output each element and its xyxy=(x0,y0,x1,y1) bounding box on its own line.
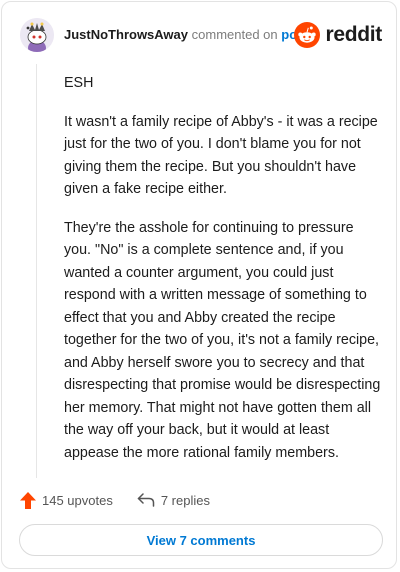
comment-byline: JustNoThrowsAway commented on post xyxy=(64,27,309,42)
avatar[interactable] xyxy=(20,18,54,52)
reddit-brand[interactable]: reddit xyxy=(294,20,382,50)
upvote-button[interactable]: 145 upvotes xyxy=(20,491,113,509)
comment-paragraph: It wasn't a family recipe of Abby's - it… xyxy=(64,113,378,198)
comment-paragraph: ESH xyxy=(64,75,94,91)
upvote-count: 145 upvotes xyxy=(42,492,113,508)
reply-count: 7 replies xyxy=(160,492,210,508)
reddit-wordmark: reddit xyxy=(325,23,382,46)
comment-actions: 145 upvotes 7 replies xyxy=(20,489,234,511)
comment-paragraph: They're the asshole for continuing to pr… xyxy=(64,219,381,461)
comment-header: JustNoThrowsAway commented on post reddi… xyxy=(20,18,382,54)
comment-body: ESH It wasn't a family recipe of Abby's … xyxy=(64,72,382,480)
replies-button[interactable]: 7 replies xyxy=(137,493,210,508)
thread-line xyxy=(36,64,37,478)
reddit-logo-icon xyxy=(294,22,321,48)
username-link[interactable]: JustNoThrowsAway xyxy=(64,27,188,42)
view-comments-button[interactable]: View 7 comments xyxy=(19,524,383,556)
comment-card: JustNoThrowsAway commented on post reddi… xyxy=(1,1,397,569)
snoo-avatar-icon xyxy=(20,18,54,52)
upvote-arrow-icon xyxy=(20,491,36,509)
commented-on-text: commented on xyxy=(191,27,278,42)
reply-arrow-icon xyxy=(137,493,155,507)
